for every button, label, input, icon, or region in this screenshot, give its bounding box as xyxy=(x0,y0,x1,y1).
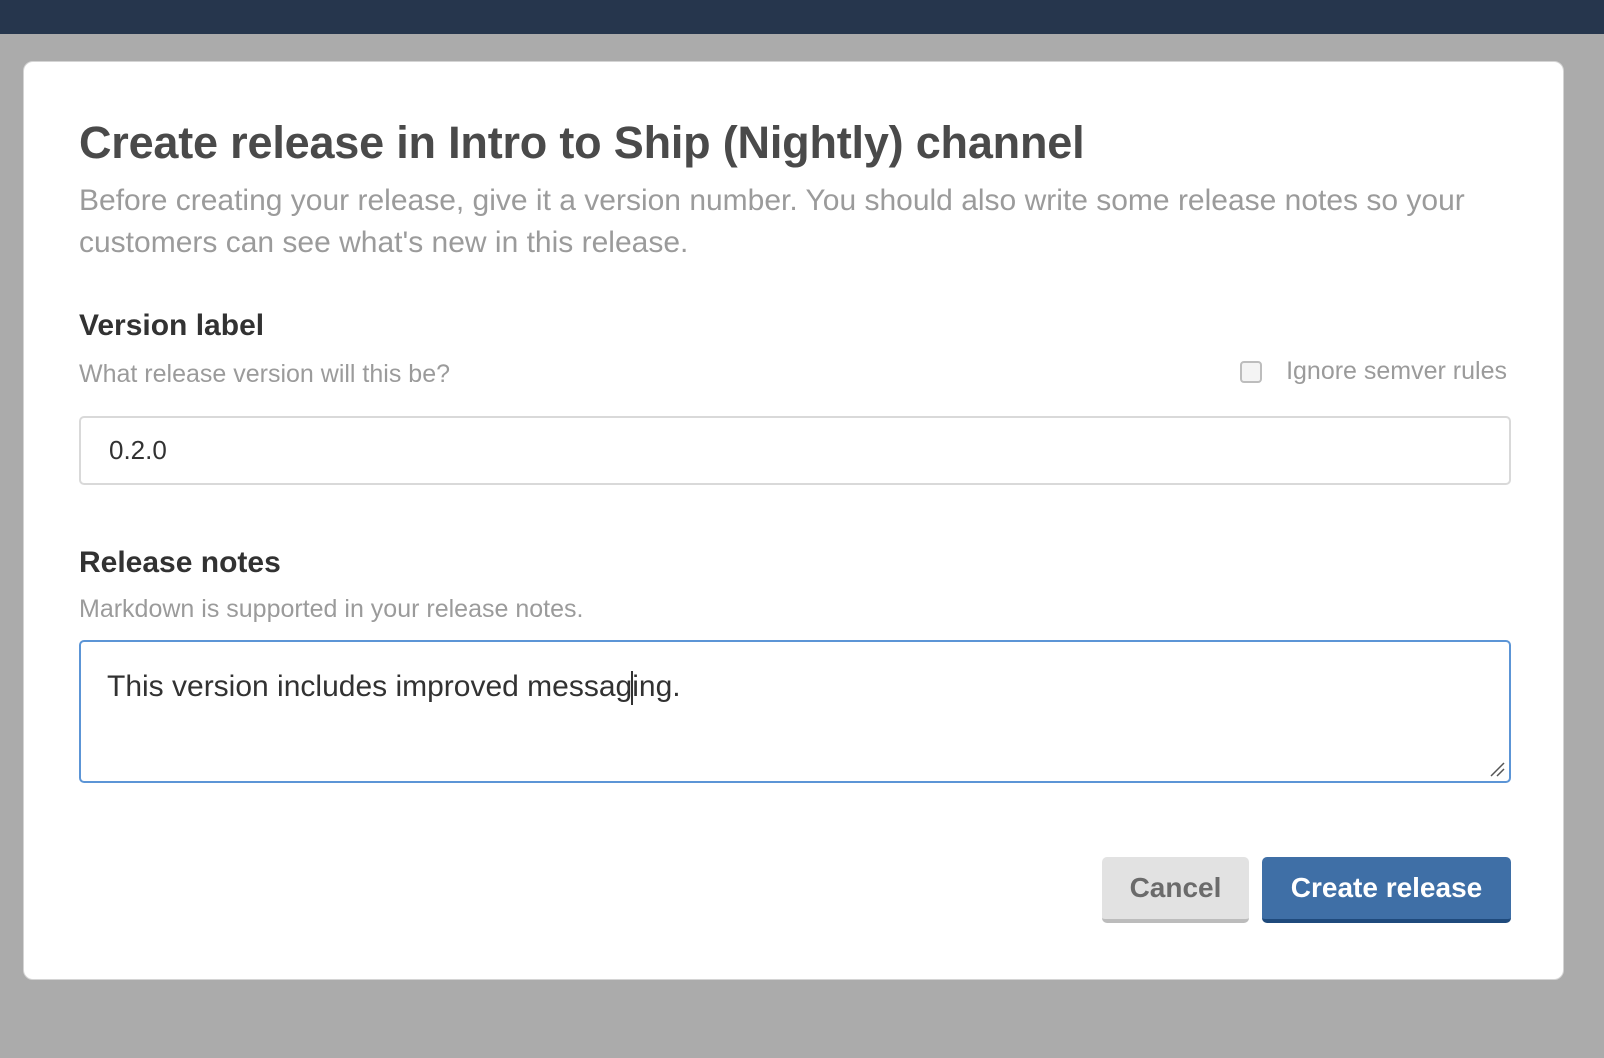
release-notes-heading: Release notes xyxy=(79,546,281,579)
version-label-heading: Version label xyxy=(79,309,265,342)
release-notes-text-after-caret: ing. xyxy=(632,670,681,703)
create-release-button[interactable]: Create release xyxy=(1262,857,1511,923)
modal-description: Before creating your release, give it a … xyxy=(79,184,1465,259)
release-notes-textarea[interactable]: This version includes improved messaging… xyxy=(79,640,1511,783)
release-notes-help: Markdown is supported in your release no… xyxy=(79,595,584,623)
ignore-semver-checkbox[interactable] xyxy=(1240,360,1263,383)
version-label-help: What release version will this be? xyxy=(79,360,450,388)
cancel-button[interactable]: Cancel xyxy=(1102,857,1249,923)
top-navigation-bar xyxy=(0,0,1604,34)
create-release-modal: Create release in Intro to Ship (Nightly… xyxy=(23,61,1564,980)
version-input-value: 0.2.0 xyxy=(109,435,167,465)
resize-handle-icon[interactable] xyxy=(1489,761,1505,777)
ignore-semver-option[interactable]: Ignore semver rules xyxy=(1240,357,1507,386)
version-input[interactable]: 0.2.0 xyxy=(79,416,1511,485)
release-notes-text-before-caret: This version includes improved messag xyxy=(107,670,633,703)
modal-title: Create release in Intro to Ship (Nightly… xyxy=(79,117,1085,168)
ignore-semver-label[interactable]: Ignore semver rules xyxy=(1286,357,1507,386)
